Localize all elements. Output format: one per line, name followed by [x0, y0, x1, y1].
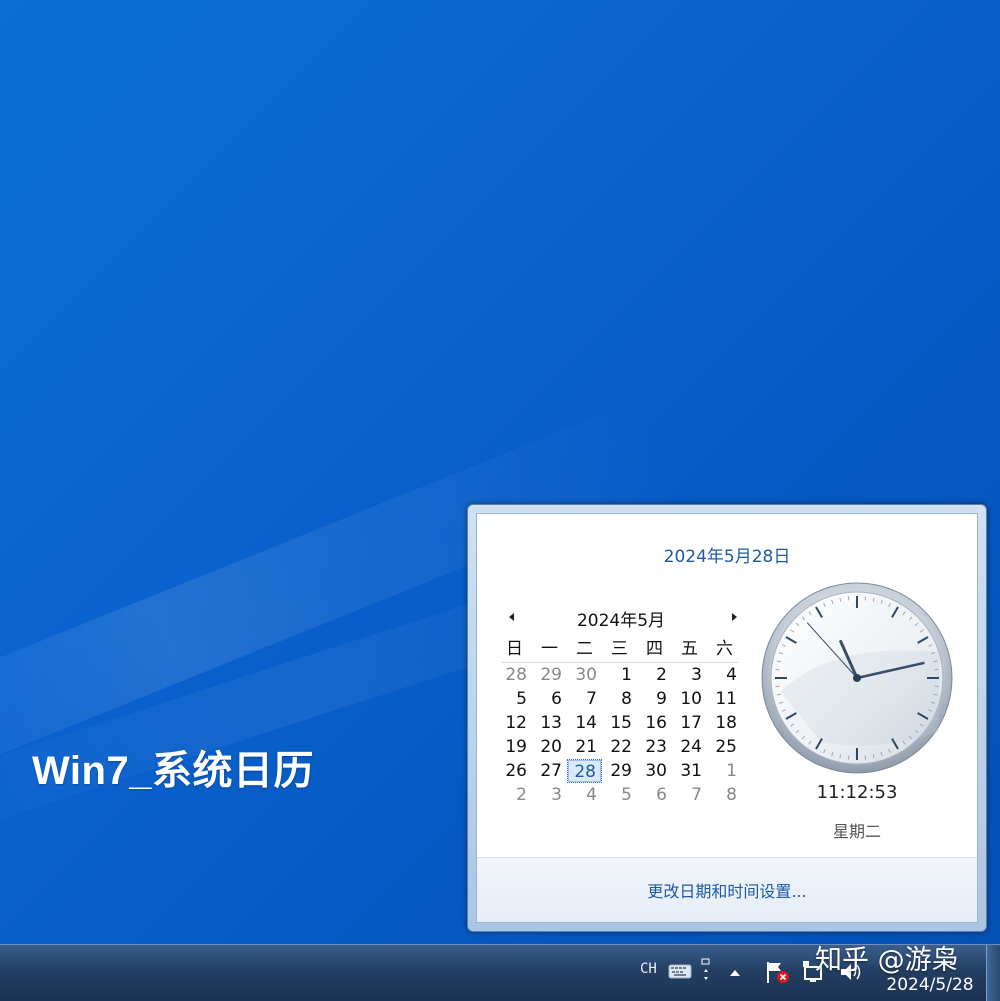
- analog-clock: [761, 582, 953, 774]
- weekday-header: 二: [567, 636, 602, 662]
- show-desktop-button[interactable]: [986, 945, 1000, 1001]
- digital-time: 11:12:53: [777, 782, 937, 803]
- calendar-day[interactable]: 15: [602, 711, 637, 735]
- calendar-day[interactable]: 6: [532, 687, 567, 711]
- calendar-day[interactable]: 20: [532, 735, 567, 759]
- calendar-flyout: 2024年5月28日 2024年5月 日一二三四五六28293012345678…: [467, 504, 987, 932]
- calendar-day[interactable]: 24: [672, 735, 707, 759]
- calendar-day[interactable]: 10: [672, 687, 707, 711]
- show-hidden-icons-arrow[interactable]: [728, 965, 742, 984]
- calendar-day[interactable]: 18: [707, 711, 742, 735]
- calendar-day[interactable]: 7: [672, 783, 707, 807]
- weekday-header: 五: [672, 636, 707, 662]
- calendar-day[interactable]: 5: [497, 687, 532, 711]
- calendar-day[interactable]: 1: [602, 663, 637, 687]
- weekday-header: 四: [637, 636, 672, 662]
- calendar-day[interactable]: 30: [637, 759, 672, 783]
- calendar-day[interactable]: 27: [532, 759, 567, 783]
- month-title[interactable]: 2024年5月: [497, 606, 745, 631]
- change-datetime-settings-link[interactable]: 更改日期和时间设置...: [477, 878, 977, 902]
- calendar-day[interactable]: 29: [532, 663, 567, 687]
- calendar-day[interactable]: 8: [602, 687, 637, 711]
- month-calendar: 2024年5月 日一二三四五六2829301234567891011121314…: [497, 606, 745, 807]
- calendar-day[interactable]: 28: [497, 663, 532, 687]
- calendar-day[interactable]: 17: [672, 711, 707, 735]
- flyout-footer: 更改日期和时间设置...: [477, 857, 977, 922]
- calendar-day[interactable]: 13: [532, 711, 567, 735]
- calendar-day[interactable]: 8: [707, 783, 742, 807]
- calendar-day[interactable]: 9: [637, 687, 672, 711]
- calendar-grid: 日一二三四五六282930123456789101112131415161718…: [497, 636, 745, 807]
- calendar-day[interactable]: 7: [567, 687, 602, 711]
- calendar-day[interactable]: 2: [497, 783, 532, 807]
- calendar-day[interactable]: 31: [672, 759, 707, 783]
- calendar-day[interactable]: 23: [637, 735, 672, 759]
- weekday-header: 一: [532, 636, 567, 662]
- calendar-day[interactable]: 2: [637, 663, 672, 687]
- calendar-day[interactable]: 22: [602, 735, 637, 759]
- calendar-day[interactable]: 11: [707, 687, 742, 711]
- calendar-day[interactable]: 5: [602, 783, 637, 807]
- calendar-day[interactable]: 29: [602, 759, 637, 783]
- calendar-day[interactable]: 3: [672, 663, 707, 687]
- input-method-icon[interactable]: [700, 957, 712, 987]
- next-month-arrow-icon[interactable]: [727, 610, 741, 624]
- calendar-day[interactable]: 26: [497, 759, 532, 783]
- calendar-day[interactable]: 6: [637, 783, 672, 807]
- calendar-day[interactable]: 14: [567, 711, 602, 735]
- calendar-day[interactable]: 19: [497, 735, 532, 759]
- flyout-panel: 2024年5月28日 2024年5月 日一二三四五六28293012345678…: [476, 513, 978, 923]
- calendar-day[interactable]: 1: [707, 759, 742, 783]
- calendar-day-today[interactable]: 28: [567, 759, 602, 783]
- calendar-day[interactable]: 21: [567, 735, 602, 759]
- calendar-nav: 2024年5月: [497, 606, 745, 636]
- calendar-day[interactable]: 30: [567, 663, 602, 687]
- language-indicator[interactable]: CH: [640, 961, 657, 977]
- weekday-header: 六: [707, 636, 742, 662]
- weekday-header: 三: [602, 636, 637, 662]
- calendar-day[interactable]: 3: [532, 783, 567, 807]
- weekday-label: 星期二: [777, 818, 937, 842]
- watermark: 知乎 @游枭: [815, 938, 959, 977]
- action-center-flag-icon[interactable]: [764, 959, 790, 989]
- weekday-header: 日: [497, 636, 532, 662]
- keyboard-icon[interactable]: [668, 959, 692, 985]
- calendar-day[interactable]: 4: [567, 783, 602, 807]
- overlay-title: Win7_系统日历: [32, 738, 314, 796]
- calendar-day[interactable]: 25: [707, 735, 742, 759]
- long-date-link[interactable]: 2024年5月28日: [477, 542, 977, 567]
- calendar-day[interactable]: 12: [497, 711, 532, 735]
- calendar-day[interactable]: 4: [707, 663, 742, 687]
- taskbar-date[interactable]: 2024/5/28: [878, 975, 982, 995]
- calendar-day[interactable]: 16: [637, 711, 672, 735]
